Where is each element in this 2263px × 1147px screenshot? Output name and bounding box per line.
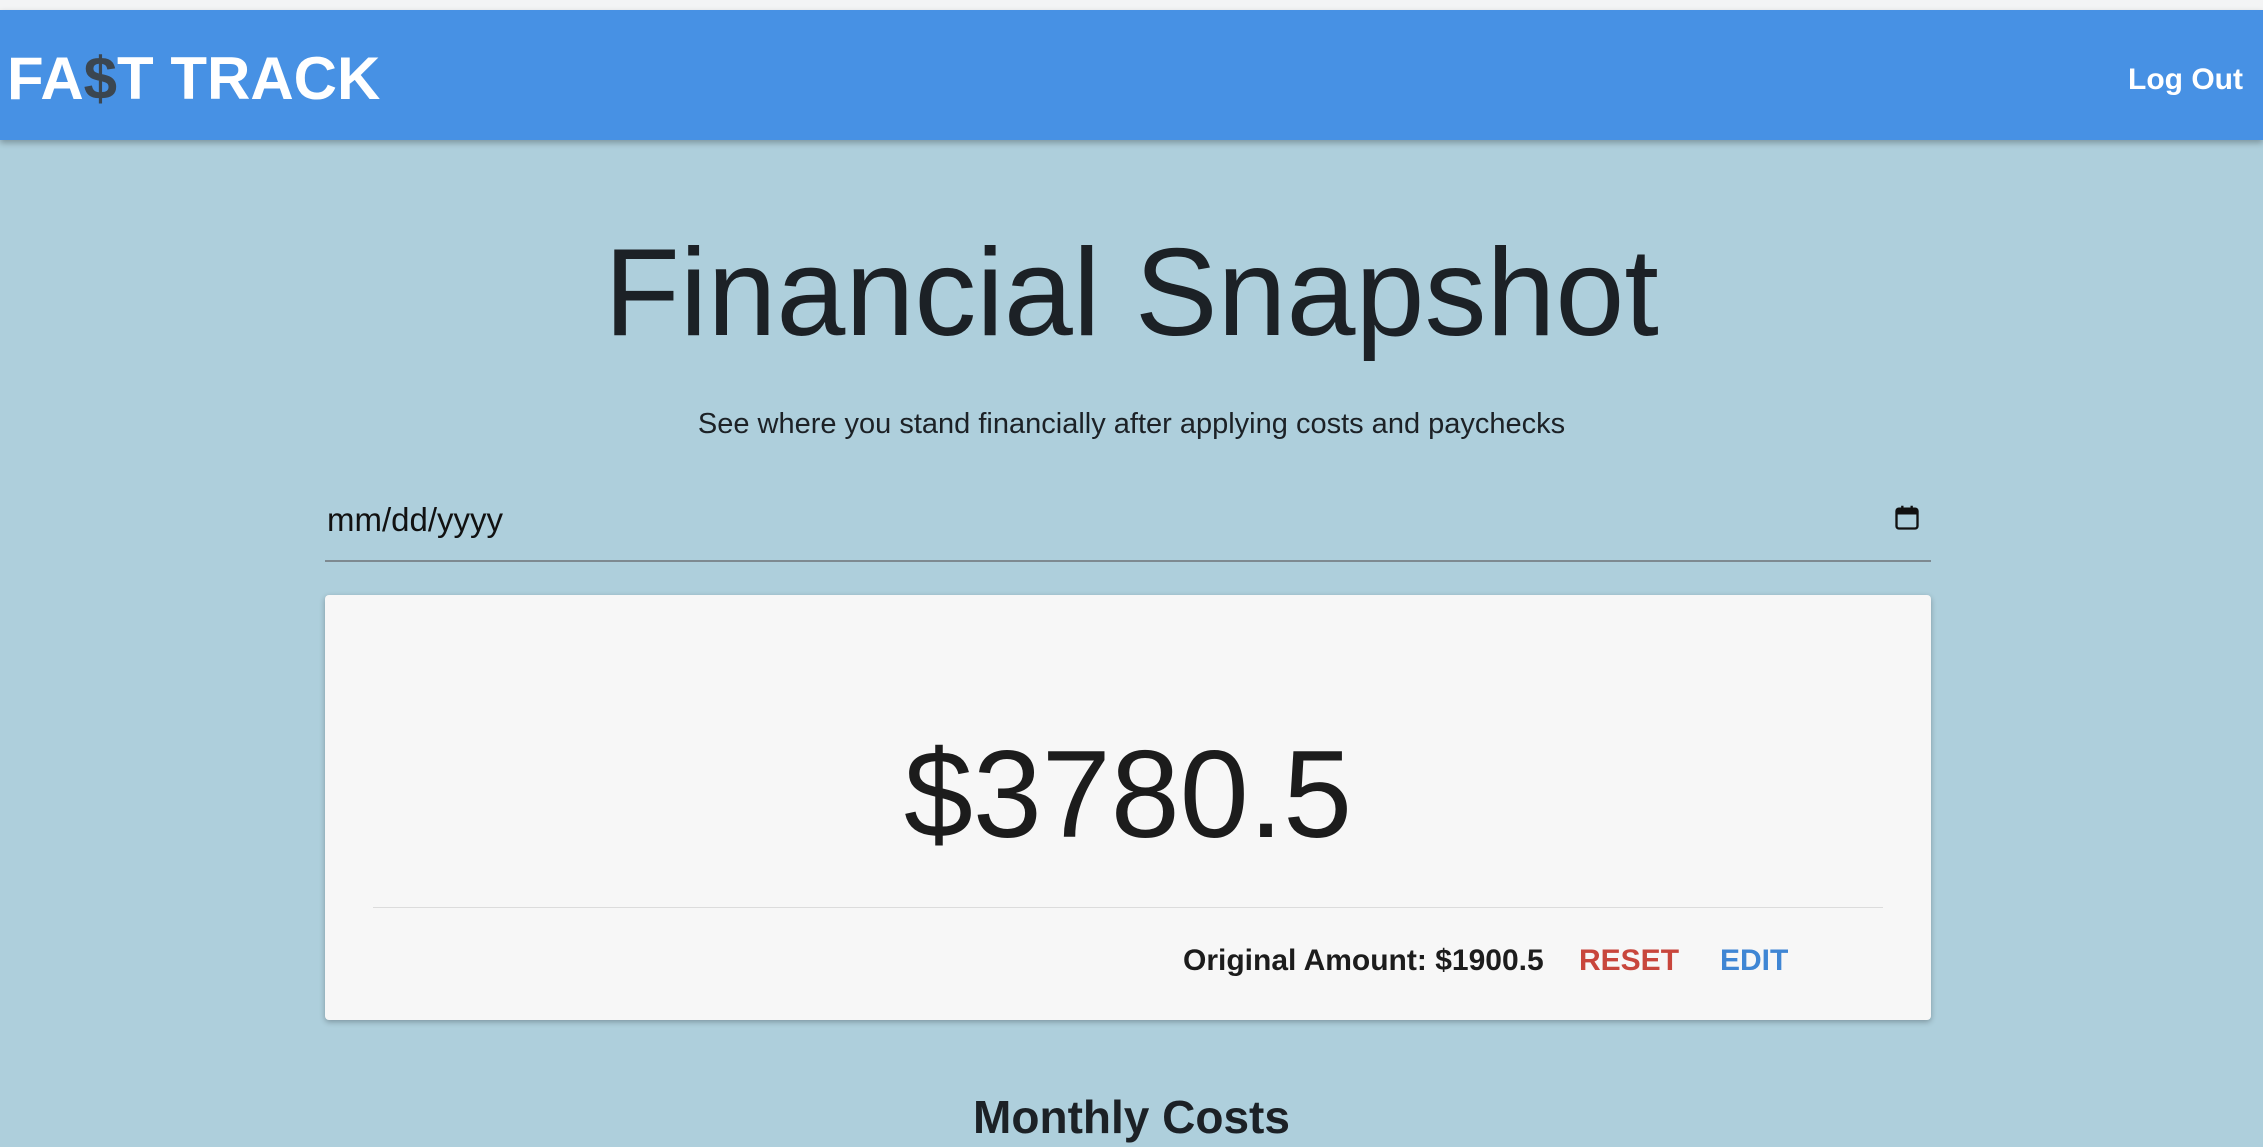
date-input[interactable]: mm/dd/yyyy (327, 500, 503, 540)
balance-card: $3780.5 Original Amount: $1900.5 RESET E… (325, 595, 1931, 1020)
current-balance: $3780.5 (903, 726, 1353, 864)
logo-text-end: T TRACK (117, 45, 381, 112)
logo-text-start: FA (7, 45, 84, 112)
edit-button[interactable]: EDIT (1720, 943, 1788, 979)
app-logo[interactable]: FA$T TRACK (7, 44, 380, 114)
page-title: Financial Snapshot (604, 224, 1659, 362)
reset-button[interactable]: RESET (1579, 943, 1679, 979)
page-subtitle: See where you stand financially after ap… (697, 408, 1566, 440)
monthly-costs-heading: Monthly Costs (973, 1091, 1290, 1144)
logout-button[interactable]: Log Out (2128, 62, 2243, 98)
calendar-icon[interactable] (1893, 504, 1921, 532)
card-divider (373, 907, 1883, 908)
date-field[interactable]: mm/dd/yyyy (325, 488, 1931, 562)
navbar: FA$T TRACK Log Out (0, 10, 2263, 140)
logo-dollar-symbol: $ (83, 45, 118, 112)
window-top-strip (0, 0, 2263, 10)
original-amount-label: Original Amount: $1900.5 (1183, 944, 1544, 977)
